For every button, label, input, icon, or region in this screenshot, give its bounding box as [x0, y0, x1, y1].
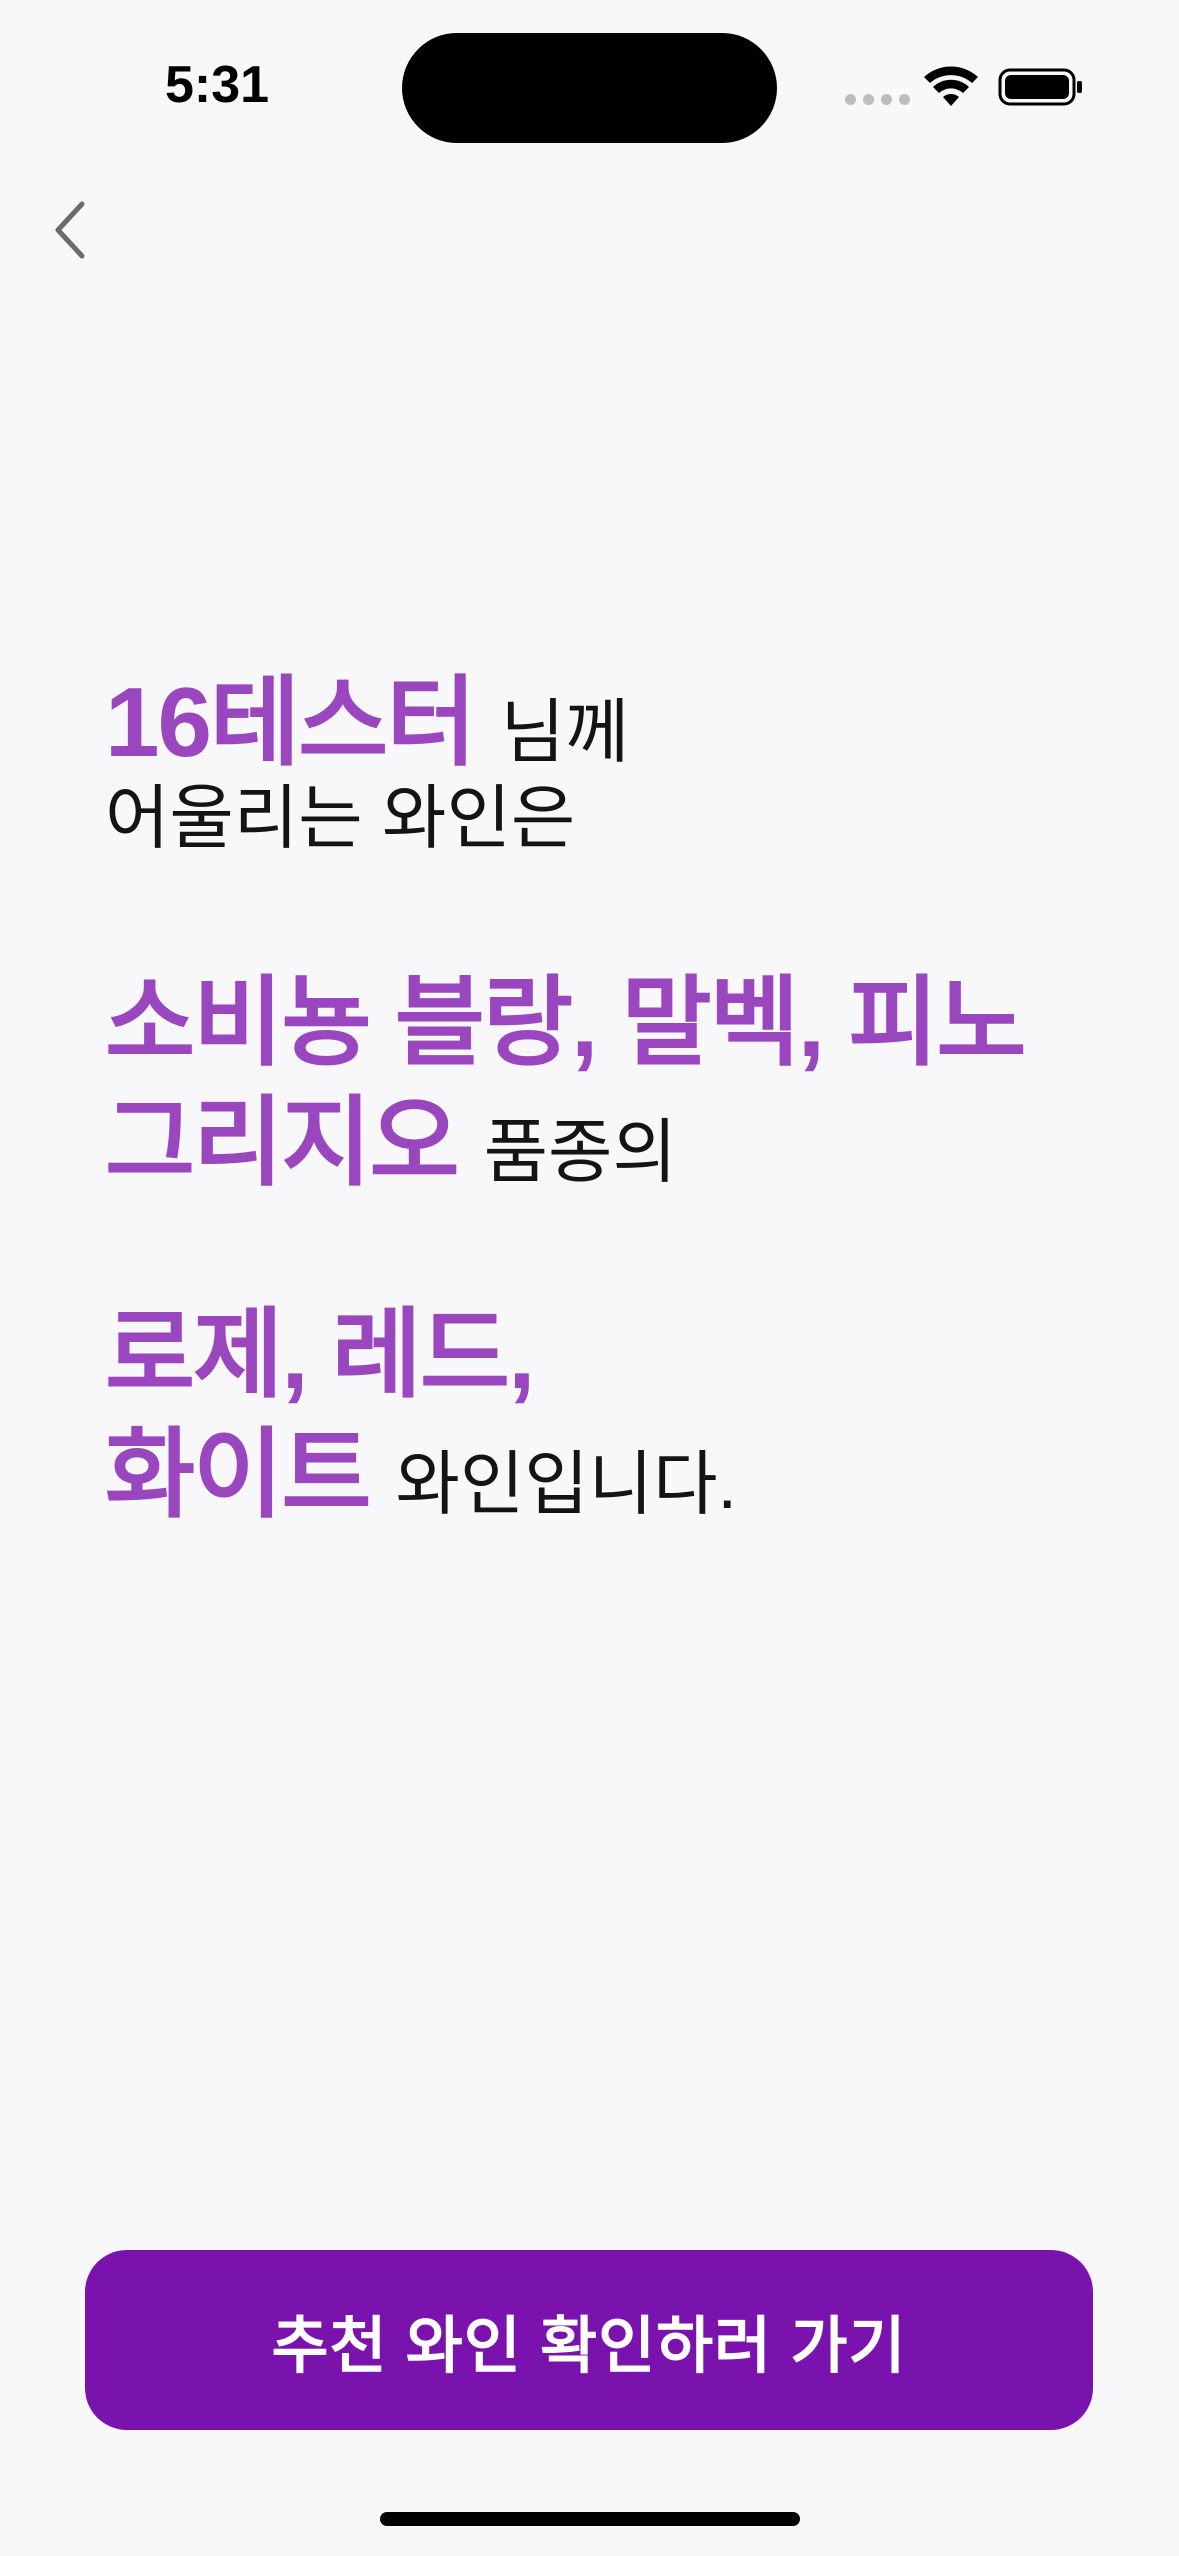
intro-line: 어울리는 와인은: [105, 779, 576, 857]
grape-varieties-cont: 그리지오: [105, 1087, 460, 1197]
cellular-signal-icon: [845, 94, 910, 105]
view-recommended-wine-button[interactable]: 추천 와인 확인하러 가기: [85, 2250, 1093, 2430]
types-suffix: 와인입니다.: [395, 1445, 737, 1523]
battery-icon: [998, 68, 1082, 106]
greeting-line: 16테스터 님께: [105, 673, 629, 771]
varieties-line-2: 그리지오 품종의: [105, 1093, 677, 1191]
status-time: 5:31: [165, 56, 270, 114]
home-indicator: [380, 2512, 800, 2526]
wine-types: 로제, 레드,: [105, 1299, 535, 1409]
varieties-suffix: 품종의: [483, 1113, 677, 1191]
grape-varieties: 소비뇽 블랑, 말벡, 피노: [105, 967, 1027, 1077]
wine-types-cont: 화이트: [105, 1419, 371, 1529]
types-line-2: 화이트 와인입니다.: [105, 1425, 737, 1523]
dynamic-island: [402, 33, 777, 143]
types-line-1: 로제, 레드,: [105, 1305, 535, 1403]
honorific: 님께: [500, 693, 630, 771]
wifi-icon: [924, 66, 978, 106]
chevron-left-icon: [55, 201, 85, 259]
back-button[interactable]: [40, 190, 100, 270]
varieties-line-1: 소비뇽 블랑, 말벡, 피노: [105, 973, 1027, 1071]
user-name: 16테스터: [105, 667, 476, 777]
